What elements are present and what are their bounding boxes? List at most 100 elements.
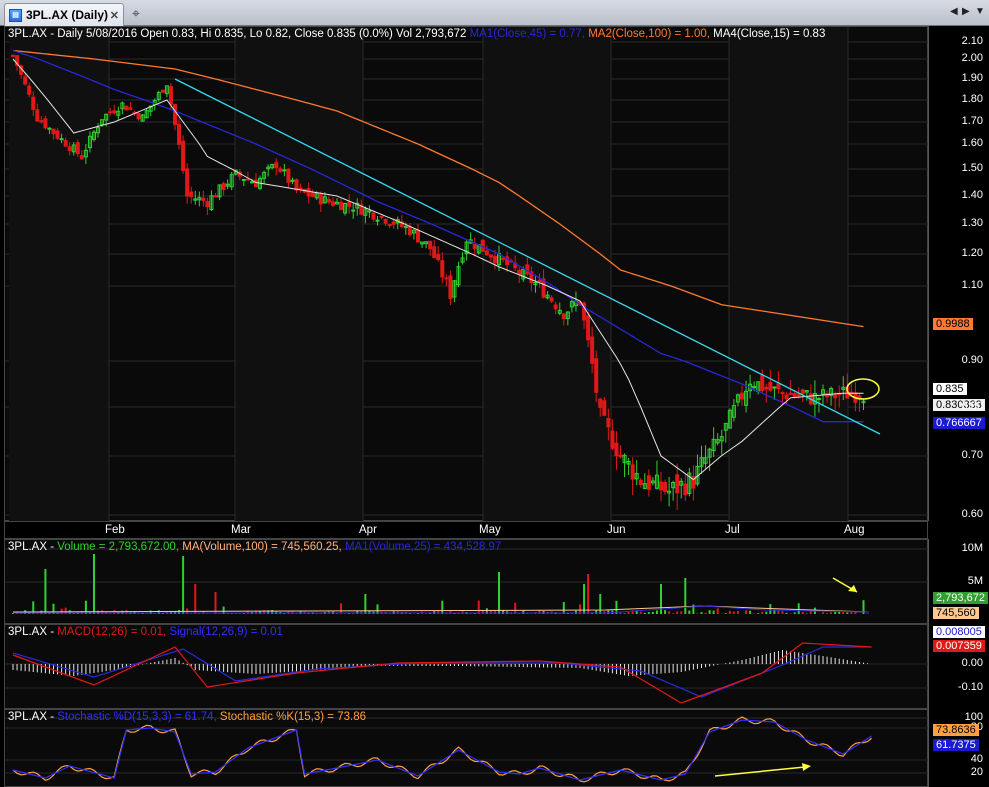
date-label-apr: Apr — [359, 524, 377, 536]
candle-body — [278, 168, 283, 172]
candle-body — [339, 201, 344, 211]
ma4-legend: MA4(Close,15) = 0.83 — [713, 28, 826, 40]
candle-body — [205, 201, 210, 208]
price-tick: 2.00 — [961, 52, 983, 64]
macd-axis[interactable]: 0.008005 0.007359 0.00 -0.10 — [928, 624, 989, 709]
candle-body — [391, 221, 396, 225]
date-axis: Feb Mar Apr May Jun Jul Aug — [4, 521, 928, 539]
candle-body — [55, 130, 60, 139]
price-tick: 0.80 — [961, 400, 983, 412]
candle-body — [160, 89, 165, 93]
candle-body — [347, 201, 352, 207]
candle-body — [638, 479, 643, 485]
candle-body — [254, 179, 258, 188]
volume-value-tag: 2,793,672 — [933, 592, 988, 604]
scroll-left-icon[interactable]: ◀ — [950, 6, 958, 17]
candle-body — [796, 393, 801, 397]
candle-body — [598, 398, 603, 408]
candle-body — [124, 105, 129, 111]
candle-body — [484, 250, 489, 256]
candle-body — [553, 304, 558, 310]
price-axis[interactable]: 0.9988 0.835 0.830333 0.766667 2.10 2.00 1… — [928, 26, 989, 521]
candle-body — [760, 374, 765, 391]
candle-body — [47, 127, 52, 130]
candle-body — [764, 386, 769, 390]
ma2-legend: MA2(Close,100) = 1.00, — [588, 28, 710, 40]
price-chart-pane[interactable]: 3PL.AX - Daily 5/08/2016 Open 0.83, Hi 0… — [4, 26, 929, 522]
candle-body — [379, 215, 384, 218]
volume-pane[interactable]: 3PL.AX - Volume = 2,793,672.00, MA(Volum… — [4, 539, 929, 624]
candle-body — [432, 246, 437, 258]
candle-body — [294, 179, 299, 191]
volume-tick-10m: 10M — [961, 542, 983, 554]
candle-body — [610, 430, 615, 449]
candle-body — [351, 209, 356, 212]
stochastic-pane[interactable]: 3PL.AX - Stochastic %D(15,3,3) = 61.74, … — [4, 709, 929, 787]
stoch-k-legend: Stochastic %K(15,3) = 73.86 — [219, 711, 366, 723]
candle-body — [772, 386, 777, 389]
price-tick: 1.80 — [961, 93, 983, 105]
candle-body — [11, 54, 15, 57]
candle-body — [663, 481, 668, 492]
candle-body — [833, 394, 838, 399]
tab-title: 3PL.AX (Daily) — [26, 8, 109, 22]
candle-body — [594, 358, 599, 393]
date-label-feb: Feb — [105, 524, 125, 536]
candle-body — [683, 483, 688, 496]
month-band — [9, 27, 109, 522]
macd-pane-title: 3PL.AX - MACD(12,26) = 0.01, Signal(12,2… — [8, 626, 283, 638]
candle-body — [407, 226, 412, 236]
price-tick: 2.10 — [961, 35, 983, 47]
volume-axis[interactable]: 10M 5M 2,793,672 745,560 — [928, 539, 989, 624]
volume-ma100-line — [12, 605, 870, 613]
price-tick: 1.50 — [961, 162, 983, 174]
ma1-value-tag: 0.766667 — [933, 417, 985, 429]
macd-tick-neg: -0.10 — [957, 681, 983, 693]
candle-body — [330, 201, 335, 206]
candle-body — [67, 146, 72, 152]
candle-body — [75, 142, 80, 155]
tab-bar: ▤ 3PL.AX (Daily) ✕ ⌖ ◀ ▶ ▼ — [0, 0, 989, 26]
candle-body — [185, 168, 190, 197]
macd-value-tag: 0.007359 — [933, 640, 985, 652]
candle-body — [816, 398, 821, 401]
candle-body — [444, 277, 449, 280]
candle-body — [416, 230, 420, 243]
candle-body — [768, 381, 773, 391]
candle-body — [537, 279, 542, 283]
candle-body — [525, 264, 530, 275]
date-label-aug: Aug — [844, 524, 865, 536]
candle-body — [286, 168, 291, 183]
date-label-may: May — [479, 524, 501, 536]
candle-body — [79, 155, 84, 160]
close-tab-icon[interactable]: ✕ — [110, 9, 119, 22]
candle-body — [448, 275, 453, 299]
new-tab-icon[interactable]: ⌖ — [132, 5, 140, 22]
candle-body — [618, 454, 623, 458]
price-title-prefix: 3PL.AX - Daily 5/08/2016 Open 0.83, Hi 0… — [8, 28, 467, 40]
candle-body — [375, 219, 380, 222]
candle-body — [213, 195, 218, 198]
price-tick: 1.60 — [961, 137, 983, 149]
price-tick: 0.60 — [961, 508, 983, 520]
ma1-legend: MA1(Close,45) = 0.77, — [469, 28, 585, 40]
stoch-arrow — [714, 766, 806, 777]
macd-pane[interactable]: 3PL.AX - MACD(12,26) = 0.01, Signal(12,2… — [4, 624, 929, 709]
volume-pane-title: 3PL.AX - Volume = 2,793,672.00, MA(Volum… — [8, 541, 501, 553]
candle-body — [590, 336, 595, 364]
candle-body — [780, 392, 785, 395]
candle-body — [108, 111, 113, 114]
candle-body — [606, 418, 611, 428]
tab-menu-icon[interactable]: ▼ — [975, 6, 985, 17]
chart-tab-icon: ▤ — [9, 8, 22, 22]
candle-body — [675, 474, 680, 494]
candle-body — [51, 128, 56, 135]
candle-body — [221, 183, 226, 190]
scroll-right-icon[interactable]: ▶ — [962, 6, 970, 17]
volume-title-prefix: 3PL.AX - — [8, 541, 58, 553]
candle-body — [549, 297, 554, 302]
stochastic-axis[interactable]: 100 80 73.8636 61.7375 40 20 — [928, 709, 989, 787]
volume-legend: Volume = 2,793,672.00, — [57, 541, 180, 553]
chart-tab[interactable]: ▤ 3PL.AX (Daily) ✕ — [4, 3, 124, 26]
macd-line — [12, 642, 872, 704]
